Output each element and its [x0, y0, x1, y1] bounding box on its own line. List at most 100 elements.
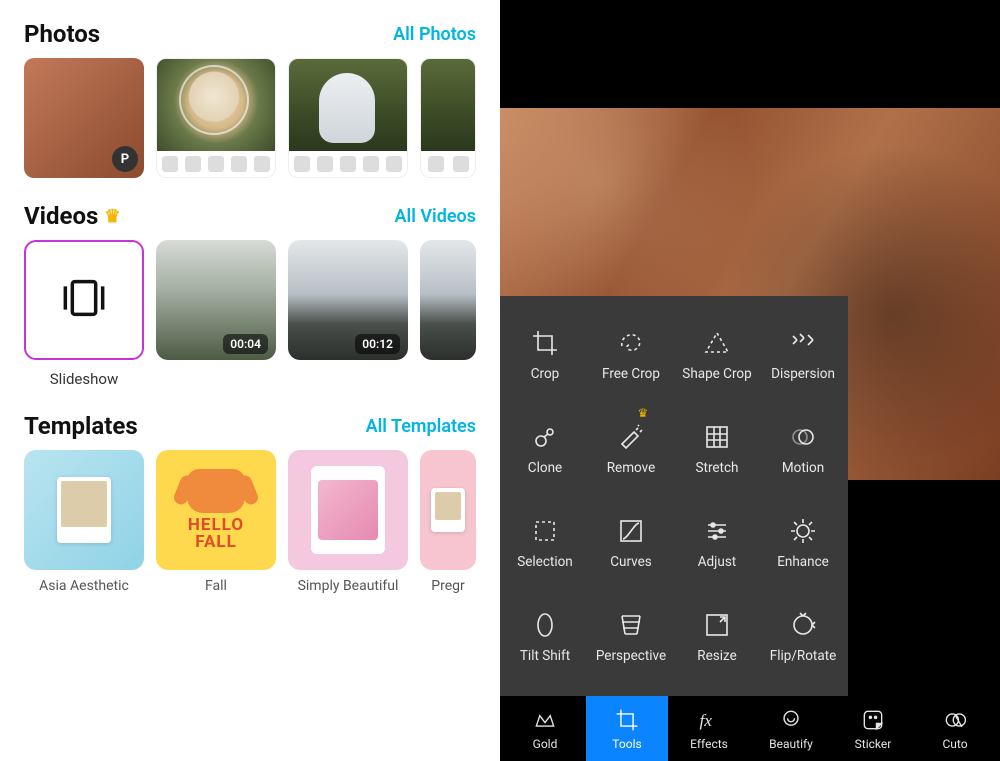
tool-label: Tilt Shift: [520, 648, 570, 664]
video-item[interactable]: 00:04: [156, 240, 276, 388]
perspective-icon: [616, 610, 646, 640]
shapecrop-icon: [702, 328, 732, 358]
videos-title: Videos ♛: [24, 202, 121, 230]
templates-row: Asia Aesthetic HELLOFALL Fall Simply Bea…: [0, 450, 500, 603]
all-photos-link[interactable]: All Photos: [393, 24, 476, 45]
tool-label: Perspective: [596, 648, 666, 664]
tool-tiltshift[interactable]: Tilt Shift: [504, 592, 586, 682]
bottom-tab-sticker[interactable]: Sticker: [832, 696, 914, 761]
tool-perspective[interactable]: Perspective: [590, 592, 672, 682]
tool-freecrop[interactable]: Free Crop: [590, 310, 672, 400]
tool-stretch[interactable]: Stretch: [676, 404, 758, 494]
template-item[interactable]: HELLOFALL Fall: [156, 450, 276, 595]
tool-label: Adjust: [698, 554, 736, 570]
tool-label: Free Crop: [602, 366, 660, 382]
bottom-tab-label: Effects: [690, 737, 728, 751]
tool-enhance[interactable]: Enhance: [762, 498, 844, 588]
photos-header: Photos All Photos: [0, 20, 500, 58]
tool-resize[interactable]: Resize: [676, 592, 758, 682]
tool-label: Selection: [517, 554, 573, 570]
photo-thumb[interactable]: [420, 58, 476, 178]
tool-selection[interactable]: Selection: [504, 498, 586, 588]
tool-crop[interactable]: Crop: [504, 310, 586, 400]
gallery-pane: Photos All Photos P Videos ♛ All V: [0, 0, 500, 761]
template-item[interactable]: Pregr: [420, 450, 476, 595]
all-templates-link[interactable]: All Templates: [366, 416, 476, 437]
bottom-tab-gold[interactable]: Gold: [504, 696, 586, 761]
tool-curves[interactable]: Curves: [590, 498, 672, 588]
videos-header: Videos ♛ All Videos: [0, 202, 500, 240]
video-item[interactable]: 00:12: [288, 240, 408, 388]
template-label: Pregr: [431, 578, 464, 595]
enhance-icon: [788, 516, 818, 546]
sticker-icon: [860, 707, 886, 733]
bottom-tab-label: Gold: [533, 737, 558, 751]
bottom-tab-beautify[interactable]: Beautify: [750, 696, 832, 761]
bottom-tab-label: Beautify: [769, 737, 813, 751]
photos-row: P: [0, 58, 500, 202]
template-item[interactable]: Simply Beautiful: [288, 450, 408, 595]
resize-icon: [702, 610, 732, 640]
templates-header: Templates All Templates: [0, 412, 500, 450]
photos-title: Photos: [24, 20, 100, 48]
tool-clone[interactable]: Clone: [504, 404, 586, 494]
template-item[interactable]: Asia Aesthetic: [24, 450, 144, 595]
tool-dispersion[interactable]: Dispersion: [762, 310, 844, 400]
slideshow-icon: [56, 270, 112, 330]
gold-icon: [532, 707, 558, 733]
bottom-tab-effects[interactable]: Effects: [668, 696, 750, 761]
tool-shapecrop[interactable]: Shape Crop: [676, 310, 758, 400]
template-label: Asia Aesthetic: [39, 578, 129, 595]
curves-icon: [616, 516, 646, 546]
template-label: Simply Beautiful: [298, 578, 399, 595]
video-item[interactable]: [420, 240, 476, 388]
editor-bottom-bar: Gold Tools Effects Beautify Sticker Cuto: [500, 696, 1000, 761]
motion-icon: [788, 422, 818, 452]
adjust-icon: [702, 516, 732, 546]
editor-pane: Crop Free Crop Shape Crop Dispersion Clone♛R…: [500, 0, 1000, 761]
stretch-icon: [702, 422, 732, 452]
bottom-tab-label: Tools: [612, 737, 641, 751]
video-item-slideshow[interactable]: Slideshow: [24, 240, 144, 388]
tool-label: Remove: [607, 460, 656, 476]
videos-title-text: Videos: [24, 202, 98, 230]
video-duration: 00:04: [223, 334, 268, 354]
tool-label: Curves: [610, 554, 652, 570]
sweater-icon: [187, 469, 245, 513]
videos-row: Slideshow 00:04 00:12: [0, 240, 500, 412]
tool-label: Resize: [697, 648, 736, 664]
all-videos-link[interactable]: All Videos: [395, 206, 476, 227]
templates-title: Templates: [24, 412, 138, 440]
bottom-tab-label: Cuto: [942, 737, 967, 751]
dispersion-icon: [788, 328, 818, 358]
remove-icon: [616, 422, 646, 452]
crown-icon: ♛: [104, 206, 120, 227]
bottom-tab-label: Sticker: [855, 737, 892, 751]
bottom-tab-tools[interactable]: Tools: [586, 696, 668, 761]
photo-thumb[interactable]: [156, 58, 276, 178]
tools-panel: Crop Free Crop Shape Crop Dispersion Clone♛R…: [500, 296, 848, 696]
clone-icon: [530, 422, 560, 452]
video-duration: 00:12: [355, 334, 400, 354]
tool-label: Stretch: [696, 460, 739, 476]
editor-topbar: [500, 0, 1000, 108]
cutout-icon: [942, 707, 968, 733]
crop-icon: [530, 328, 560, 358]
beautify-icon: [778, 707, 804, 733]
tool-remove[interactable]: ♛Remove: [590, 404, 672, 494]
bottom-tab-cutout[interactable]: Cuto: [914, 696, 996, 761]
tool-label: Flip/Rotate: [770, 648, 837, 664]
tool-label: Motion: [782, 460, 824, 476]
selection-icon: [530, 516, 560, 546]
picsart-badge-icon: P: [112, 146, 138, 172]
tool-motion[interactable]: Motion: [762, 404, 844, 494]
fliprotate-icon: [788, 610, 818, 640]
template-label: Fall: [205, 578, 227, 595]
video-label: Slideshow: [50, 370, 118, 388]
tool-label: Dispersion: [771, 366, 835, 382]
photo-thumb[interactable]: [288, 58, 408, 178]
photo-thumb[interactable]: P: [24, 58, 144, 178]
tool-fliprotate[interactable]: Flip/Rotate: [762, 592, 844, 682]
tool-adjust[interactable]: Adjust: [676, 498, 758, 588]
tool-label: Shape Crop: [682, 366, 751, 382]
